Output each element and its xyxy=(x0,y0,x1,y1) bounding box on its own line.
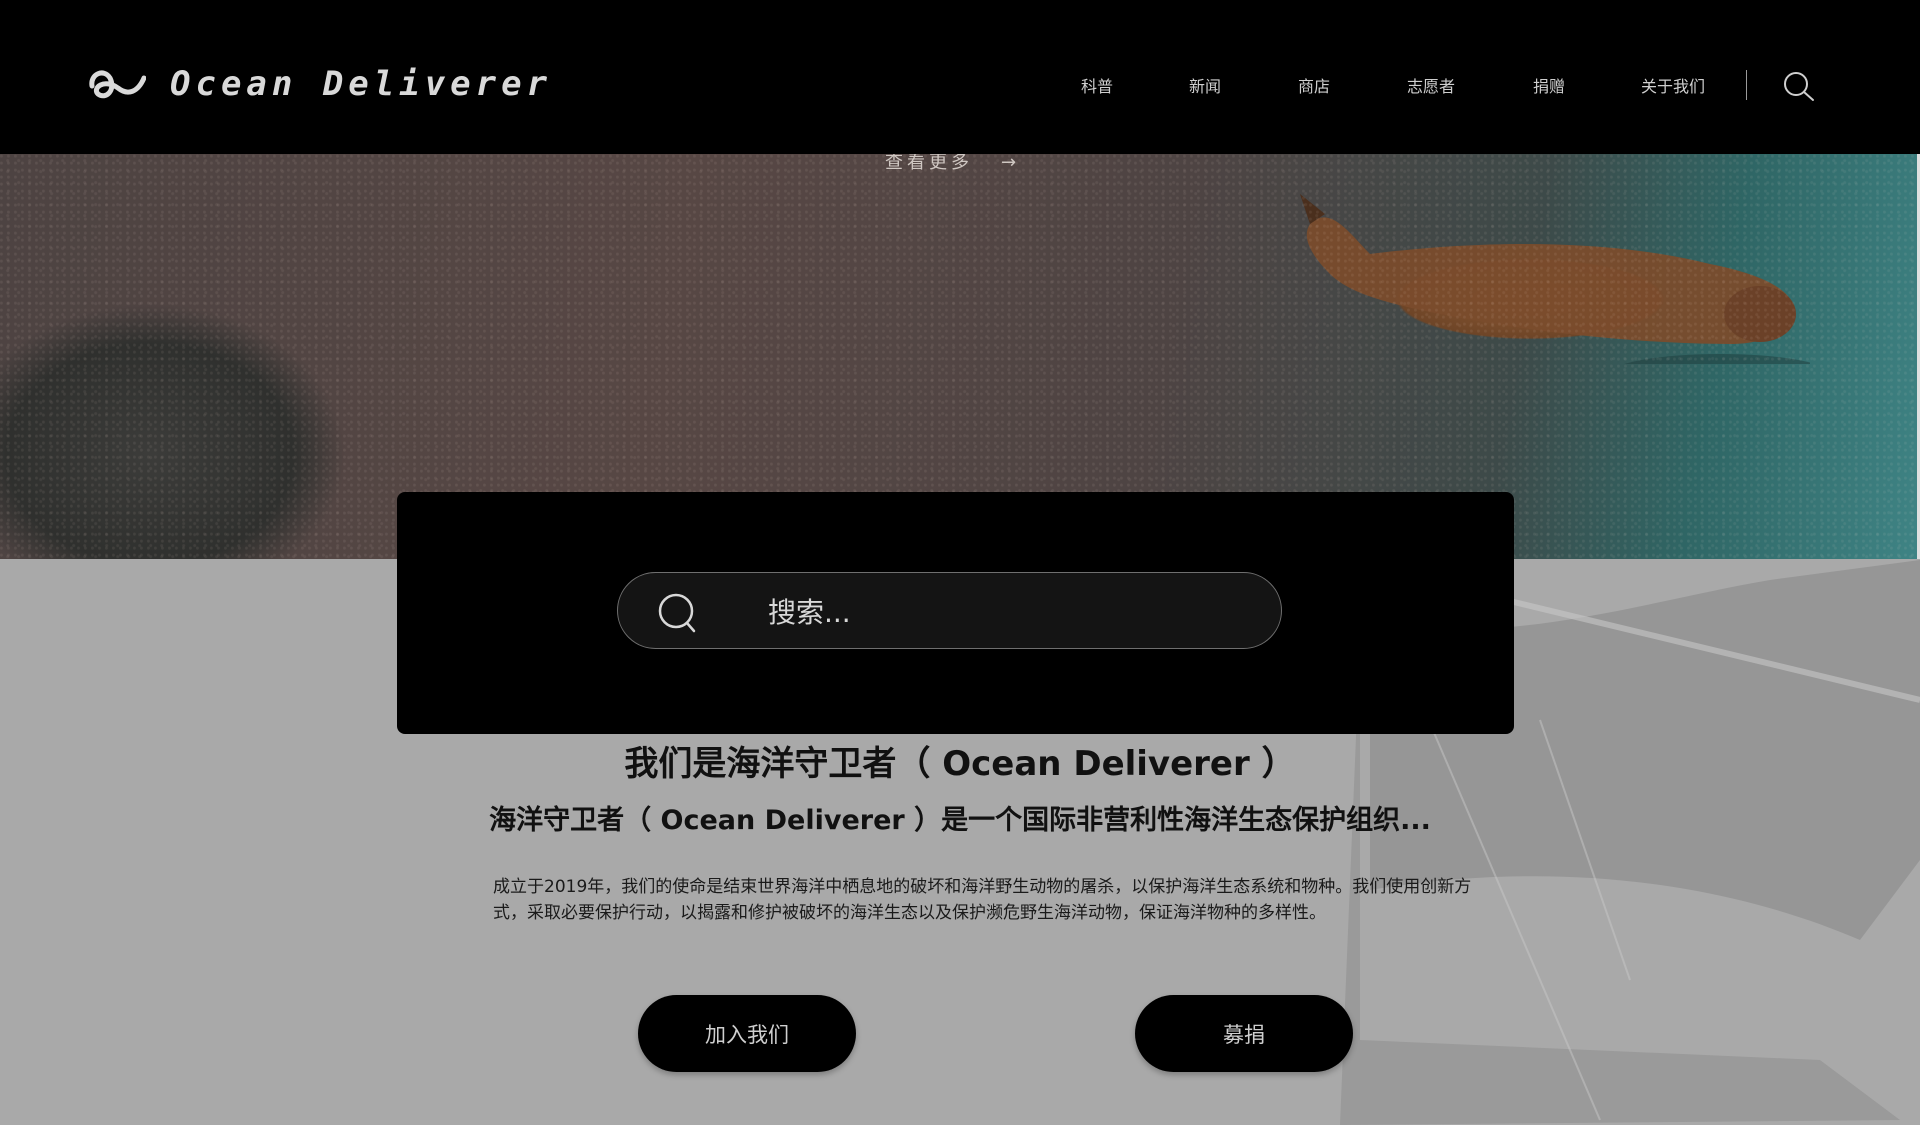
intro-subtitle: 海洋守卫者（ Ocean Deliverer ）是一个国际非营利性海洋生态保护组… xyxy=(489,805,1431,836)
seal-image xyxy=(1300,194,1810,364)
nav-item-shop[interactable]: 商店 xyxy=(1298,73,1330,97)
nav-divider xyxy=(1746,70,1747,100)
nav-item-news[interactable]: 新闻 xyxy=(1189,73,1221,97)
search-panel xyxy=(397,492,1514,734)
logo-icon xyxy=(89,70,146,99)
nav-item-science[interactable]: 科普 xyxy=(1081,73,1113,97)
nav-item-about[interactable]: 关于我们 xyxy=(1641,73,1705,97)
site-header: Ocean Deliverer 科普 新闻 商店 志愿者 捐赠 关于我们 xyxy=(0,0,1920,154)
logo[interactable]: Ocean Deliverer xyxy=(88,64,552,104)
search-box[interactable] xyxy=(617,572,1282,649)
nav-item-volunteer[interactable]: 志愿者 xyxy=(1407,73,1455,97)
search-icon xyxy=(658,593,696,633)
arrow-right-icon: → xyxy=(1001,154,1021,173)
donate-button[interactable]: 募捐 xyxy=(1135,995,1353,1072)
nav-item-donate[interactable]: 捐赠 xyxy=(1533,73,1565,97)
view-more-link[interactable]: 查看更多 → xyxy=(885,154,1020,174)
join-us-button[interactable]: 加入我们 xyxy=(638,995,856,1072)
brand-name: Ocean Deliverer xyxy=(170,64,553,104)
search-icon[interactable] xyxy=(1782,70,1816,104)
intro-title: 我们是海洋守卫者（ Ocean Deliverer ） xyxy=(624,744,1296,784)
search-input[interactable] xyxy=(766,591,1250,633)
intro-description: 成立于2019年，我们的使命是结束世界海洋中栖息地的破坏和海洋野生动物的屠杀，以… xyxy=(493,877,1472,923)
